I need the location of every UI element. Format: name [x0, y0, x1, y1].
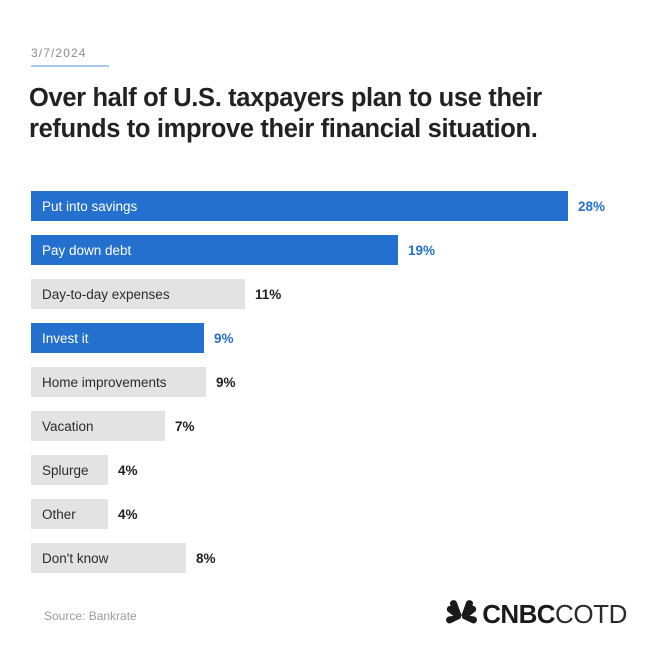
bar-value-label: 28% [578, 198, 606, 214]
bar-label: Vacation [42, 418, 94, 434]
bar-value-label: 7% [175, 418, 195, 434]
bar: Invest it [31, 323, 204, 353]
chart-row: Day-to-day expenses 11% [0, 279, 660, 323]
bar-label: Splurge [42, 462, 89, 478]
chart-row: Put into savings 28% [0, 191, 660, 235]
date-underline-rule [31, 65, 109, 67]
chart-row: Don't know 8% [0, 543, 660, 587]
bar: Vacation [31, 411, 165, 441]
page-title: Over half of U.S. taxpayers plan to use … [29, 84, 542, 143]
bar-label: Pay down debt [42, 242, 132, 258]
logo-text-cotd: COTD [554, 599, 627, 629]
logo-text-cnbc: CNBC [482, 599, 555, 629]
bar: Splurge [31, 455, 108, 485]
bar-value-label: 4% [118, 462, 138, 478]
chart-card: 3/7/2024 Over half of U.S. taxpayers pla… [0, 0, 660, 655]
bar: Other [31, 499, 108, 529]
bar: Don't know [31, 543, 186, 573]
bar-value-label: 11% [255, 286, 282, 302]
date-block: 3/7/2024 [31, 46, 109, 67]
nbc-peacock-icon [444, 600, 479, 628]
bar-value-label: 9% [216, 374, 236, 390]
bar-chart: Put into savings 28% Pay down debt 19% Day-t… [0, 191, 660, 587]
bar-label: Put into savings [42, 198, 138, 214]
bar-value-label: 4% [118, 506, 138, 522]
chart-row: Pay down debt 19% [0, 235, 660, 279]
chart-row: Invest it 9% [0, 323, 660, 367]
bar-value-label: 8% [196, 550, 216, 566]
source-attribution: Source: Bankrate [44, 609, 137, 623]
chart-row: Other 4% [0, 499, 660, 543]
bar: Put into savings [31, 191, 568, 221]
bar-label: Home improvements [42, 374, 167, 390]
bar-label: Invest it [42, 330, 89, 346]
chart-row: Vacation 7% [0, 411, 660, 455]
bar-value-label: 19% [408, 242, 436, 258]
bar-label: Other [42, 506, 76, 522]
bar-value-label: 9% [214, 330, 234, 346]
bar: Pay down debt [31, 235, 398, 265]
chart-row: Home improvements 9% [0, 367, 660, 411]
bar: Home improvements [31, 367, 206, 397]
bar-label: Day-to-day expenses [42, 286, 170, 302]
publish-date: 3/7/2024 [31, 46, 87, 60]
bar-label: Don't know [42, 550, 109, 566]
bar: Day-to-day expenses [31, 279, 245, 309]
cnbc-cotd-logo: CNBC COTD [444, 600, 627, 628]
chart-row: Splurge 4% [0, 455, 660, 499]
